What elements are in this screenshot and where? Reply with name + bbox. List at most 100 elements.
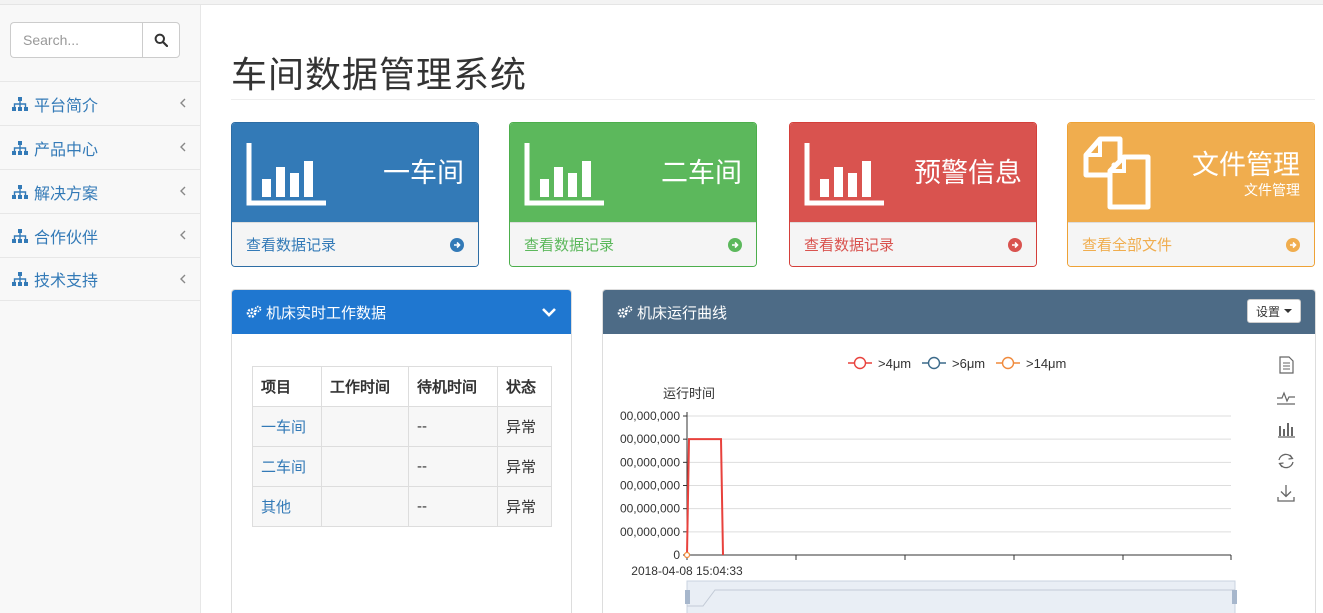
card-link[interactable]: 查看数据记录 [790, 222, 1036, 266]
y-tick-label: 00,000,000 [620, 455, 680, 469]
table-row: 二车间 -- 异常 [252, 446, 552, 487]
search-group [10, 22, 180, 58]
table-header: 项目 [252, 366, 322, 407]
card-title: 预警信息 [914, 158, 1022, 188]
arrow-circle-right-icon [450, 238, 464, 252]
table-header: 状态 [497, 366, 552, 407]
bar-chart-icon [524, 143, 604, 206]
settings-dropdown-button[interactable]: 设置 [1246, 299, 1301, 323]
card-link[interactable]: 查看数据记录 [510, 222, 756, 266]
card-link-label: 查看数据记录 [246, 237, 337, 254]
y-axis-label: 运行时间 [663, 386, 715, 401]
sidebar-item-label: 平台简介 [34, 97, 99, 115]
sidebar-item-label: 技术支持 [34, 273, 99, 290]
legend-marker [927, 356, 941, 370]
gears-icon [617, 305, 633, 318]
chevron-left-icon [180, 230, 186, 240]
data-table: 项目 工作时间 待机时间 状态 一车间 -- 异常 二车间 -- 异常 其他 -… [252, 366, 552, 527]
search-icon [154, 33, 168, 47]
chevron-left-icon [180, 98, 186, 108]
sitemap-icon [12, 184, 28, 199]
work-time-cell [321, 486, 409, 527]
panel-title: 机床运行曲线 [637, 304, 728, 322]
data-view-icon[interactable] [1275, 354, 1297, 376]
row-item-link[interactable]: 二车间 [252, 446, 322, 487]
arrow-circle-right-icon [1008, 238, 1022, 252]
settings-label: 设置 [1255, 304, 1280, 319]
legend-marker [853, 356, 867, 370]
status-cell: 异常 [497, 406, 552, 447]
realtime-data-panel: 机床实时工作数据 项目 工作时间 待机时间 状态 一车间 -- 异常 二车间 -… [231, 289, 572, 613]
bar-chart-icon [804, 143, 884, 206]
standby-time-cell: -- [408, 406, 498, 447]
y-tick-label: 0 [673, 548, 680, 562]
chevron-left-icon [180, 274, 186, 284]
sitemap-icon [12, 96, 28, 111]
card-link-label: 查看数据记录 [804, 237, 895, 254]
y-tick-label: 00,000,000 [620, 525, 680, 539]
y-tick-label: 00,000,000 [620, 479, 680, 493]
card-title: 一车间 [383, 158, 464, 188]
download-icon[interactable] [1275, 482, 1297, 504]
standby-time-cell: -- [408, 446, 498, 487]
row-item-link[interactable]: 一车间 [252, 406, 322, 447]
bar-chart-icon [246, 143, 326, 206]
panel-header: 机床运行曲线 设置 [603, 290, 1315, 334]
caret-down-icon [1284, 309, 1292, 313]
work-time-cell [321, 446, 409, 487]
legend-label: >6μm [952, 356, 985, 371]
data-point [683, 551, 691, 559]
sidebar-item-label: 合作伙伴 [34, 229, 99, 247]
y-tick-label: 00,000,000 [620, 409, 680, 423]
table-row: 其他 -- 异常 [252, 486, 552, 527]
x-tick-label: 2018-04-08 15:04:33 [631, 564, 743, 578]
sidebar-item-label: 产品中心 [34, 141, 99, 159]
card-title: 文件管理 [1192, 150, 1300, 180]
table-header: 工作时间 [321, 366, 409, 407]
search-input[interactable] [10, 22, 142, 58]
row-item-link[interactable]: 其他 [252, 486, 322, 527]
sitemap-icon [12, 228, 28, 243]
bar-chart-switch-icon[interactable] [1275, 418, 1297, 440]
chevron-down-icon[interactable] [541, 305, 557, 319]
status-cell: 异常 [497, 486, 552, 527]
page-title: 车间数据管理系统 [231, 54, 528, 95]
card-link-label: 查看全部文件 [1082, 237, 1173, 254]
sidebar-item[interactable]: 合作伙伴 [0, 213, 200, 257]
legend-label: >14μm [1026, 356, 1066, 371]
status-cell: 异常 [497, 446, 552, 487]
search-button[interactable] [142, 22, 180, 58]
standby-time-cell: -- [408, 486, 498, 527]
card-workshop-2: 二车间 查看数据记录 [509, 122, 757, 267]
arrow-circle-right-icon [1286, 238, 1300, 252]
card-link[interactable]: 查看全部文件 [1068, 222, 1314, 266]
chevron-left-icon [180, 142, 186, 152]
card-link[interactable]: 查看数据记录 [232, 222, 478, 266]
table-row: 一车间 -- 异常 [252, 406, 552, 447]
title-divider [231, 99, 1315, 100]
series-line [686, 438, 724, 556]
y-tick-label: 00,000,000 [620, 432, 680, 446]
card-title: 二车间 [661, 158, 742, 188]
sidebar-item[interactable]: 解决方案 [0, 169, 200, 213]
line-chart-switch-icon[interactable] [1275, 386, 1297, 408]
arrow-circle-right-icon [728, 238, 742, 252]
run-curve-panel: 机床运行曲线 设置 >4μm >6μm >14μm 运行时间 0 00,000,000 00… [602, 289, 1316, 613]
chevron-left-icon [180, 186, 186, 196]
legend-marker [1001, 356, 1015, 370]
work-time-cell [321, 406, 409, 447]
refresh-icon[interactable] [1275, 450, 1297, 472]
gears-icon [246, 305, 262, 318]
card-link-label: 查看数据记录 [524, 237, 615, 254]
datazoom-slider [686, 580, 1236, 613]
datazoom-handle-left [685, 590, 690, 604]
sidebar-item[interactable]: 平台简介 [0, 81, 200, 125]
sidebar-menu: 平台简介产品中心解决方案合作伙伴技术支持 [0, 81, 200, 301]
sidebar-item[interactable]: 产品中心 [0, 125, 200, 169]
table-header: 待机时间 [408, 366, 498, 407]
panel-header: 机床实时工作数据 [232, 290, 571, 334]
chart-area: >4μm >6μm >14μm 运行时间 0 00,000,000 00,000,000 00… [603, 334, 1315, 613]
sidebar-item[interactable]: 技术支持 [0, 257, 200, 301]
table-header-row: 项目 工作时间 待机时间 状态 [252, 366, 552, 407]
y-tick-label: 00,000,000 [620, 502, 680, 516]
